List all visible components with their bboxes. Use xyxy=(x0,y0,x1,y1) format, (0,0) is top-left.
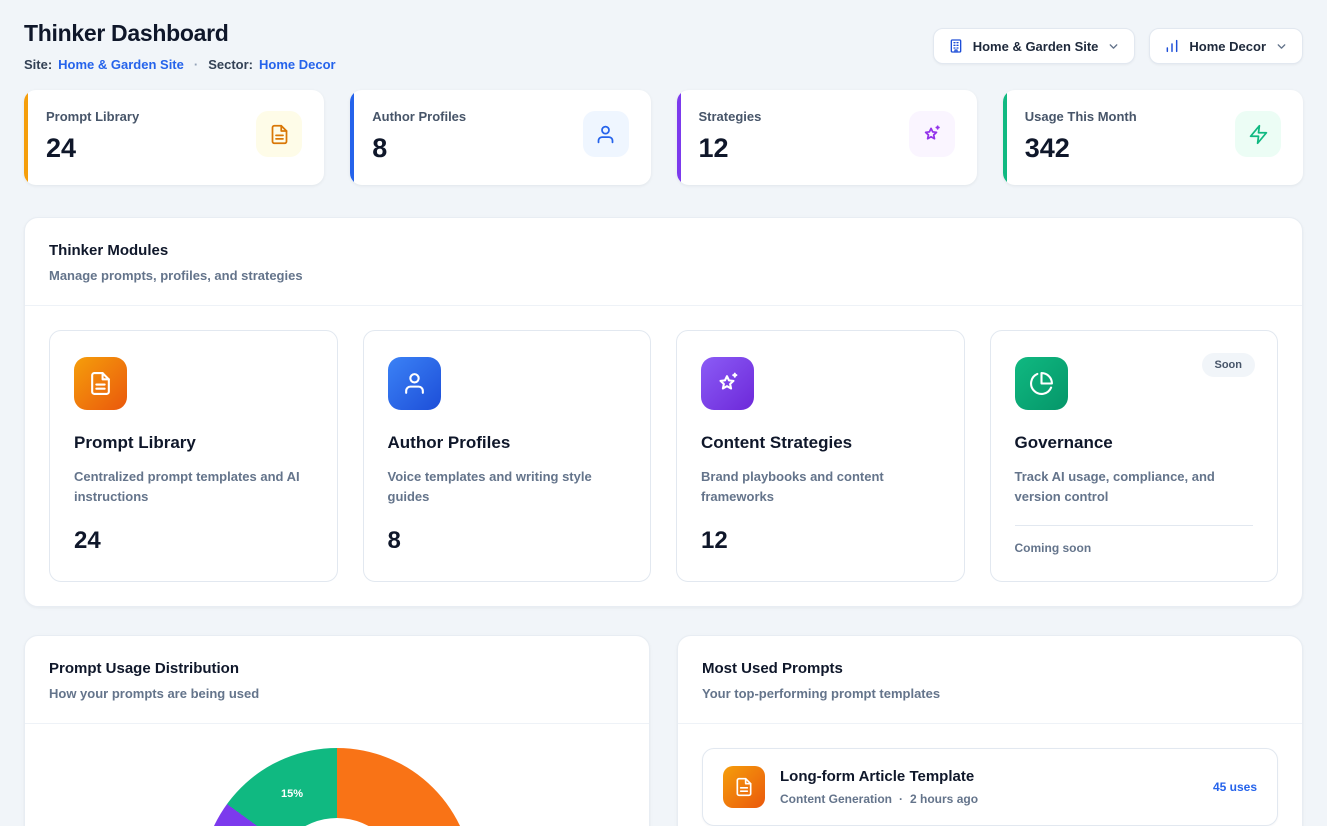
pie-chart-icon xyxy=(1015,357,1068,410)
donut-chart: 15% xyxy=(201,748,473,826)
file-text-icon xyxy=(256,111,302,157)
stat-value: 24 xyxy=(46,133,139,164)
dashboard-page: Thinker Dashboard Site: Home & Garden Si… xyxy=(0,0,1327,826)
module-title: Governance xyxy=(1015,433,1254,453)
prompt-item-meta: Content Generation · 2 hours ago xyxy=(780,792,978,806)
stat-label: Author Profiles xyxy=(372,109,466,124)
module-card-prompt-library[interactable]: Prompt Library Centralized prompt templa… xyxy=(49,330,338,582)
modules-grid: Prompt Library Centralized prompt templa… xyxy=(25,306,1302,606)
sector-selector-value: Home Decor xyxy=(1189,39,1266,54)
module-title: Content Strategies xyxy=(701,433,940,453)
module-description: Brand playbooks and content frameworks xyxy=(701,467,940,507)
module-title: Prompt Library xyxy=(74,433,313,453)
user-icon xyxy=(583,111,629,157)
stat-card-prompt-library: Prompt Library 24 xyxy=(24,90,324,185)
sector-label: Sector: xyxy=(208,57,253,72)
donut-label: 15% xyxy=(281,788,303,800)
module-description: Centralized prompt templates and AI inst… xyxy=(74,467,313,507)
prompt-usage-panel: Prompt Usage Distribution How your promp… xyxy=(24,635,650,826)
modules-panel-title: Thinker Modules xyxy=(49,242,1278,259)
module-title: Author Profiles xyxy=(388,433,627,453)
prompts-panel-header: Most Used Prompts Your top-performing pr… xyxy=(678,636,1302,724)
module-description: Voice templates and writing style guides xyxy=(388,467,627,507)
module-count: 8 xyxy=(388,527,627,555)
prompt-item-title: Long-form Article Template xyxy=(780,768,978,785)
building-icon xyxy=(948,38,964,54)
prompt-item-category: Content Generation xyxy=(780,792,892,806)
site-label: Site: xyxy=(24,57,52,72)
usage-panel-title: Prompt Usage Distribution xyxy=(49,660,625,677)
stat-card-author-profiles: Author Profiles 8 xyxy=(350,90,650,185)
site-link[interactable]: Home & Garden Site xyxy=(58,57,184,72)
module-card-author-profiles[interactable]: Author Profiles Voice templates and writ… xyxy=(363,330,652,582)
prompts-panel-subtitle: Your top-performing prompt templates xyxy=(702,686,1278,701)
most-used-prompts-panel: Most Used Prompts Your top-performing pr… xyxy=(677,635,1303,826)
donut-chart-area: 15% xyxy=(25,748,649,826)
modules-panel-subtitle: Manage prompts, profiles, and strategies xyxy=(49,268,1278,283)
sparkle-star-icon xyxy=(701,357,754,410)
module-card-content-strategies[interactable]: Content Strategies Brand playbooks and c… xyxy=(676,330,965,582)
header: Thinker Dashboard Site: Home & Garden Si… xyxy=(24,20,1303,72)
bar-chart-icon xyxy=(1164,38,1180,54)
stat-label: Strategies xyxy=(699,109,762,124)
stat-value: 342 xyxy=(1025,133,1137,164)
stats-row: Prompt Library 24 Author Profiles 8 Stra… xyxy=(24,90,1303,185)
chevron-down-icon xyxy=(1107,40,1120,53)
page-title: Thinker Dashboard xyxy=(24,20,336,47)
soon-badge: Soon xyxy=(1202,353,1256,377)
file-text-icon xyxy=(723,766,765,808)
file-text-icon xyxy=(74,357,127,410)
prompt-item-uses: 45 uses xyxy=(1213,780,1257,794)
sector-selector-dropdown[interactable]: Home Decor xyxy=(1149,28,1303,64)
stat-card-usage: Usage This Month 342 xyxy=(1003,90,1303,185)
modules-panel-header: Thinker Modules Manage prompts, profiles… xyxy=(25,218,1302,306)
stat-value: 8 xyxy=(372,133,466,164)
usage-panel-header: Prompt Usage Distribution How your promp… xyxy=(25,636,649,724)
site-selector-dropdown[interactable]: Home & Garden Site xyxy=(933,28,1136,64)
prompt-item-time: 2 hours ago xyxy=(910,792,978,806)
breadcrumb: Site: Home & Garden Site · Sector: Home … xyxy=(24,57,336,72)
module-card-governance[interactable]: Soon Governance Track AI usage, complian… xyxy=(990,330,1279,582)
stat-label: Prompt Library xyxy=(46,109,139,124)
site-selector-value: Home & Garden Site xyxy=(973,39,1099,54)
usage-panel-subtitle: How your prompts are being used xyxy=(49,686,625,701)
stat-label: Usage This Month xyxy=(1025,109,1137,124)
chevron-down-icon xyxy=(1275,40,1288,53)
module-coming-soon: Coming soon xyxy=(1015,525,1254,555)
sector-link[interactable]: Home Decor xyxy=(259,57,336,72)
breadcrumb-separator: · xyxy=(194,57,198,72)
thinker-modules-panel: Thinker Modules Manage prompts, profiles… xyxy=(24,217,1303,607)
stat-value: 12 xyxy=(699,133,762,164)
module-count: 12 xyxy=(701,527,940,555)
prompt-list-item[interactable]: Long-form Article Template Content Gener… xyxy=(702,748,1278,826)
sparkle-star-icon xyxy=(909,111,955,157)
prompts-panel-title: Most Used Prompts xyxy=(702,660,1278,677)
header-left: Thinker Dashboard Site: Home & Garden Si… xyxy=(24,20,336,72)
user-icon xyxy=(388,357,441,410)
meta-separator: · xyxy=(899,792,903,806)
module-count: 24 xyxy=(74,527,313,555)
stat-card-strategies: Strategies 12 xyxy=(677,90,977,185)
prompt-item-text: Long-form Article Template Content Gener… xyxy=(780,768,978,806)
bottom-row: Prompt Usage Distribution How your promp… xyxy=(24,635,1303,826)
module-description: Track AI usage, compliance, and version … xyxy=(1015,467,1254,507)
zap-icon xyxy=(1235,111,1281,157)
header-actions: Home & Garden Site Home Decor xyxy=(933,20,1303,64)
